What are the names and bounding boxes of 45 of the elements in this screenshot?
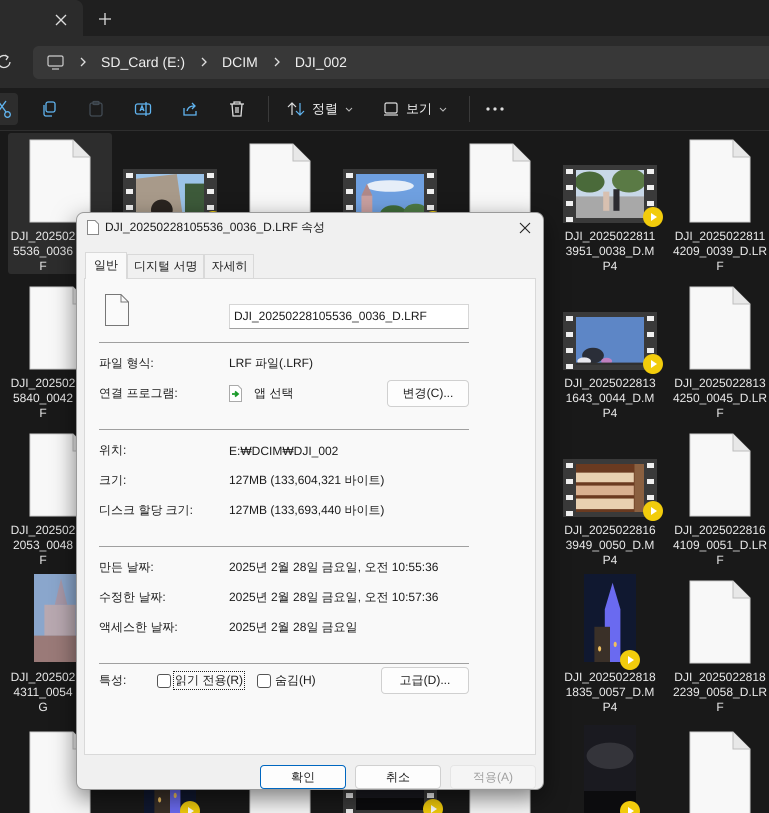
property-value: 127MB (133,604,321 바이트) — [229, 472, 384, 490]
file-name: DJI_202502 5536_0036 F — [10, 229, 76, 274]
file-name: DJI_2025022816 4109_0051_D.LR F — [672, 523, 768, 568]
sort-menu-button[interactable]: 정렬 — [279, 94, 361, 124]
dialog-tab[interactable]: 디지털 서명 — [127, 254, 204, 278]
property-label: 위치: — [99, 442, 128, 460]
property-label: 연결 프로그램: — [99, 385, 179, 402]
file-name: DJI_2025022816 3949_0050_D.M P4 — [563, 523, 657, 568]
file-name: DJI_2025022813 4250_0045_D.LR F — [672, 376, 768, 421]
file-name-field[interactable]: DJI_20250228105536_0036_D.LRF — [229, 304, 469, 329]
dialog-tab[interactable]: 일반 — [85, 252, 127, 279]
property-value: LRF 파일(.LRF) — [229, 355, 313, 372]
property-label: 액세스한 날짜: — [99, 619, 179, 636]
dialog-button[interactable]: 취소 — [355, 765, 441, 789]
property-label: 만든 날짜: — [99, 559, 155, 576]
advanced-button[interactable]: 고급(D)... — [381, 667, 469, 694]
property-value: E:₩DCIM₩DJI_002 — [229, 444, 338, 458]
property-label: 특성: — [99, 672, 128, 690]
property-label: 디스크 할당 크기: — [99, 502, 194, 520]
property-value: 앱 선택 — [254, 385, 294, 402]
property-value: 127MB (133,693,440 바이트) — [229, 502, 384, 520]
file-name: DJI_2025022818 1835_0057_D.M P4 — [563, 670, 657, 715]
property-label: 파일 형식: — [99, 355, 155, 372]
change-button[interactable]: 변경(C)... — [387, 380, 469, 408]
file-name: DJI_2025022818 2239_0058_D.LR F — [672, 670, 768, 715]
dialog-tab[interactable]: 자세히 — [204, 254, 254, 278]
file-name: DJI_2025022813 1643_0044_D.M P4 — [563, 376, 657, 421]
property-value: 2025년 2월 28일 금요일, 오전 10:55:36 — [229, 559, 438, 576]
file-name: DJI_202502 2053_0048 F — [10, 523, 76, 568]
property-label: 크기: — [99, 472, 128, 490]
property-label: 수정한 날짜: — [99, 589, 167, 606]
checkbox-label[interactable]: 숨김(H) — [273, 671, 318, 690]
breadcrumb[interactable]: DJI_002 — [294, 54, 347, 70]
file-name: DJI_2025022811 4209_0039_D.LR F — [672, 229, 768, 274]
breadcrumb[interactable]: SD_Card (E:) — [101, 54, 186, 70]
property-value: 2025년 2월 28일 금요일, 오전 10:57:36 — [229, 589, 438, 606]
property-value: 2025년 2월 28일 금요일 — [229, 619, 358, 636]
address-bar[interactable]: SD_Card (E:) DCIM DJI_002 — [33, 46, 769, 78]
view-menu-button[interactable]: 보기 — [375, 94, 455, 124]
dialog-button[interactable]: 확인 — [260, 765, 346, 789]
breadcrumb[interactable]: DCIM — [222, 54, 258, 70]
file-name: DJI_202502 4311_0054 G — [10, 670, 76, 715]
file-name: DJI_202502 5840_0042 F — [10, 376, 76, 421]
file-name: DJI_2025022811 3951_0038_D.M P4 — [564, 229, 656, 274]
checkbox-label[interactable]: 읽기 전용(R) — [173, 671, 245, 690]
